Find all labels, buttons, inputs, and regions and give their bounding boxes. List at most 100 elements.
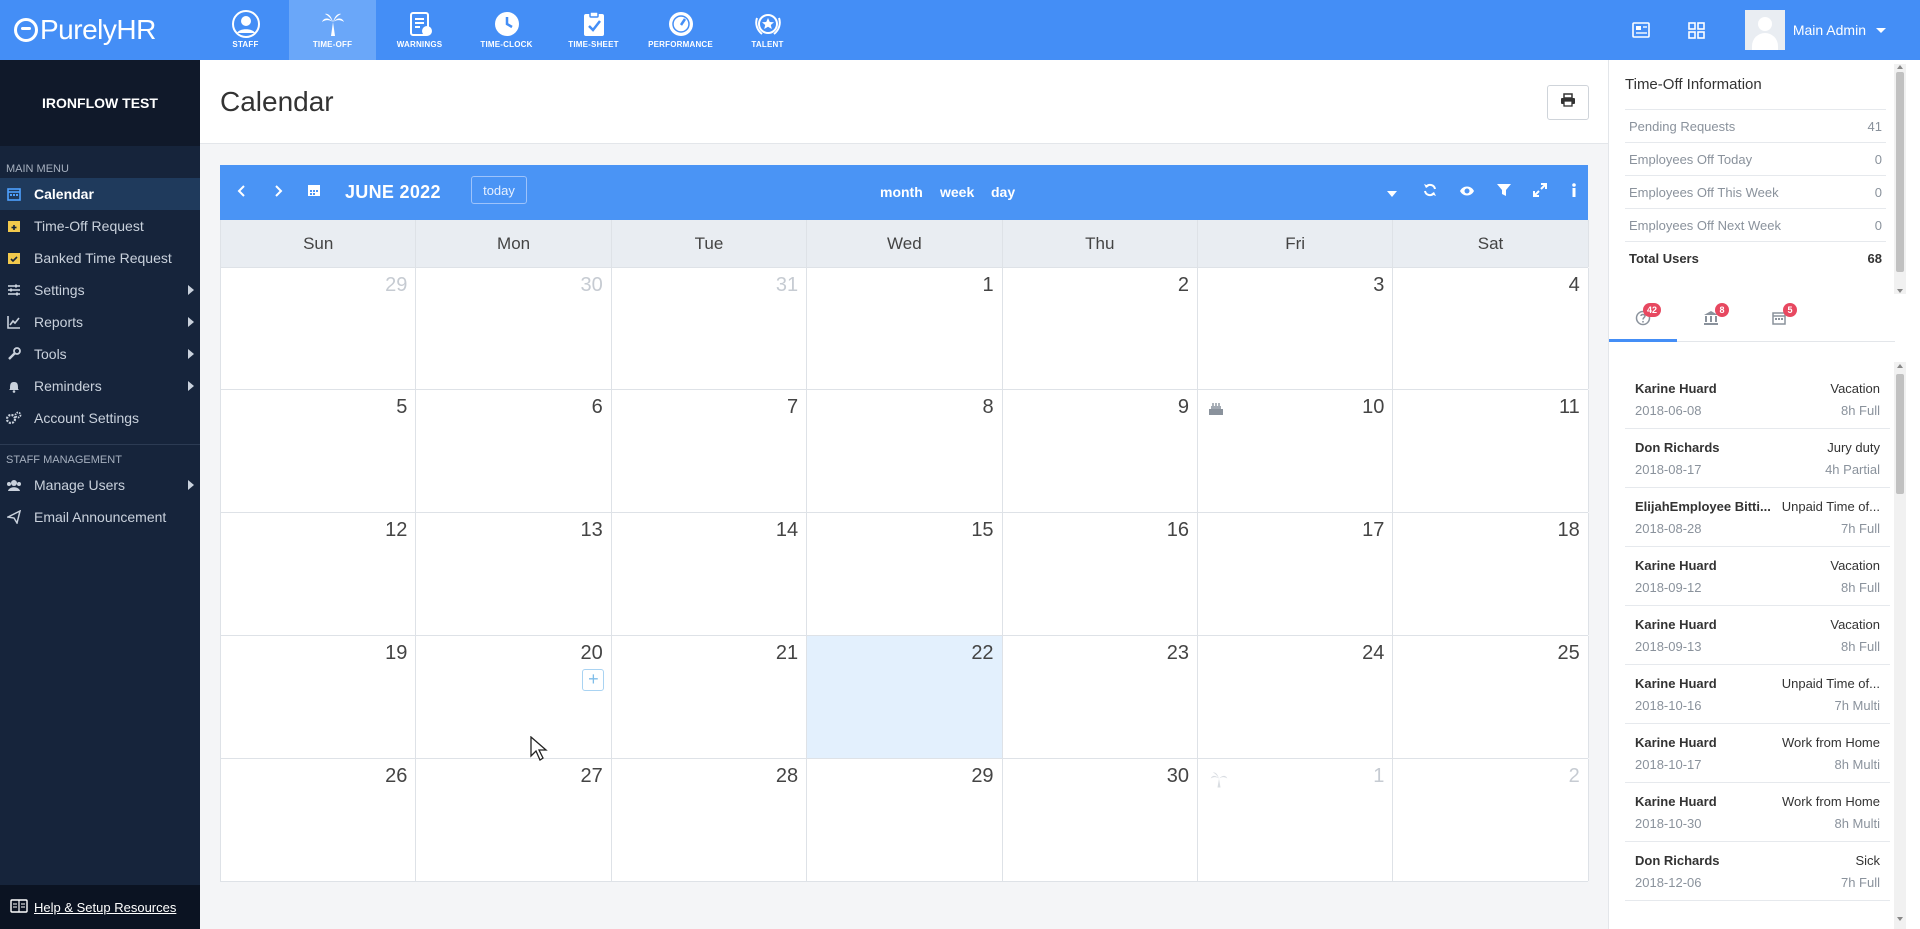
calendar-day[interactable]: 5	[221, 390, 417, 512]
calendar-day[interactable]: 13	[416, 513, 612, 635]
palm-tree-icon	[1208, 771, 1230, 794]
info-button[interactable]	[1562, 165, 1586, 220]
next-month-button[interactable]	[264, 165, 292, 220]
calendar-day[interactable]: 27	[416, 759, 612, 881]
calendar-day[interactable]: 23	[1003, 636, 1198, 758]
info-row-off-next-week[interactable]: Employees Off Next Week 0	[1625, 208, 1886, 241]
calendar-day[interactable]: 20 +	[416, 636, 612, 758]
calendar-day-today[interactable]: 22	[807, 636, 1003, 758]
news-icon[interactable]	[1613, 0, 1669, 60]
request-amount: 4h Partial	[1825, 462, 1880, 477]
module-staff[interactable]: STAFF	[202, 0, 289, 60]
request-item[interactable]: Don Richards 2018-08-17 Jury duty 4h Partia…	[1625, 429, 1890, 488]
print-button[interactable]	[1547, 85, 1589, 120]
visibility-button[interactable]	[1453, 165, 1481, 220]
sidebar-item-account-settings[interactable]: Account Settings	[0, 402, 200, 434]
calendar-day[interactable]: 24	[1198, 636, 1394, 758]
sidebar-item-settings[interactable]: Settings	[0, 274, 200, 306]
sidebar-item-email-announcement[interactable]: Email Announcement	[0, 501, 200, 533]
sidebar-item-manage-users[interactable]: Manage Users	[0, 469, 200, 501]
calendar-day[interactable]: 26	[221, 759, 417, 881]
calendar-day[interactable]: 17	[1198, 513, 1394, 635]
refresh-button[interactable]	[1416, 165, 1444, 220]
scroll-up-arrow-icon[interactable]	[1897, 364, 1903, 368]
user-menu[interactable]: Main Admin	[1725, 0, 1920, 60]
more-dropdown-button[interactable]	[1378, 165, 1406, 220]
scroll-up-arrow-icon[interactable]	[1897, 65, 1903, 69]
request-item[interactable]: Karine Huard 2018-09-13 Vacation 8h Full	[1625, 606, 1890, 665]
module-performance[interactable]: PERFORMANCE	[637, 0, 724, 60]
calendar-day[interactable]: 30	[416, 268, 612, 389]
calendar-day[interactable]: 18	[1393, 513, 1589, 635]
request-item[interactable]: ElijahEmployee Bitti... 2018-08-28 Unpaid …	[1625, 488, 1890, 547]
calendar-day[interactable]: 9	[1003, 390, 1198, 512]
module-talent[interactable]: TALENT	[724, 0, 811, 60]
calendar-day[interactable]: 29	[221, 268, 417, 389]
info-row-off-today[interactable]: Employees Off Today 0	[1625, 142, 1886, 175]
calendar-day[interactable]: 14	[612, 513, 808, 635]
calendar-day[interactable]: 2	[1393, 759, 1589, 881]
sidebar-item-reports[interactable]: Reports	[0, 306, 200, 338]
calendar-day[interactable]: 30	[1003, 759, 1198, 881]
info-row-off-this-week[interactable]: Employees Off This Week 0	[1625, 175, 1886, 208]
today-button[interactable]: today	[471, 176, 527, 204]
calendar-day[interactable]: 3	[1198, 268, 1394, 389]
module-time-clock[interactable]: TIME-CLOCK	[463, 0, 550, 60]
add-event-icon[interactable]: +	[582, 669, 605, 691]
view-month-button[interactable]: month	[880, 165, 923, 220]
calendar-day[interactable]: 31	[612, 268, 808, 389]
calendar-day[interactable]: 1	[807, 268, 1003, 389]
module-warnings[interactable]: WARNINGS	[376, 0, 463, 60]
scrollbar-thumb[interactable]	[1896, 72, 1904, 272]
request-item[interactable]: Karine Huard 2018-10-16 Unpaid Time of... 7…	[1625, 665, 1890, 724]
calendar-day[interactable]: 12	[221, 513, 417, 635]
sidebar-item-time-off-request[interactable]: Time-Off Request	[0, 210, 200, 242]
sidebar-item-reminders[interactable]: Reminders	[0, 370, 200, 402]
prev-month-button[interactable]	[228, 165, 256, 220]
sidebar-item-tools[interactable]: Tools	[0, 338, 200, 370]
view-week-button[interactable]: week	[940, 165, 974, 220]
list-scrollbar[interactable]	[1894, 362, 1906, 929]
calendar-day[interactable]: 4	[1393, 268, 1589, 389]
module-time-sheet[interactable]: TIME-SHEET	[550, 0, 637, 60]
purelyhr-logo[interactable]: PurelyHR	[14, 14, 156, 46]
tab-banked-time[interactable]: 8	[1677, 290, 1745, 342]
request-item[interactable]: Karine Huard 2018-10-17 Work from Home 8h M…	[1625, 724, 1890, 783]
calendar-day[interactable]: 19	[221, 636, 417, 758]
calendar-day[interactable]: 8	[807, 390, 1003, 512]
request-item[interactable]: Karine Huard 2018-09-12 Vacation 8h Full	[1625, 547, 1890, 606]
calendar-day[interactable]: 2	[1003, 268, 1198, 389]
scroll-down-arrow-icon[interactable]	[1897, 289, 1903, 293]
sidebar-item-banked-time-request[interactable]: Banked Time Request	[0, 242, 200, 274]
calendar-day[interactable]: 28	[612, 759, 808, 881]
calendar-day[interactable]: 21	[612, 636, 808, 758]
info-value: 0	[1874, 217, 1882, 233]
info-row-pending-requests[interactable]: Pending Requests 41	[1625, 109, 1886, 142]
expand-button[interactable]	[1526, 165, 1554, 220]
calendar-day[interactable]: 1	[1198, 759, 1394, 881]
calendar-day[interactable]: 15	[807, 513, 1003, 635]
help-setup-resources-link[interactable]: Help & Setup Resources	[0, 885, 200, 929]
calendar-day[interactable]: 6	[416, 390, 612, 512]
request-item[interactable]: Karine Huard 2018-10-30 Work from Home 8h M…	[1625, 783, 1890, 842]
tab-pending-requests[interactable]: 42	[1609, 290, 1677, 342]
calendar-day[interactable]: 16	[1003, 513, 1198, 635]
sidebar-item-calendar[interactable]: Calendar	[0, 178, 200, 210]
request-item[interactable]: Don Richards 2018-12-06 Sick 7h Full	[1625, 842, 1890, 901]
calendar-day[interactable]: 25	[1393, 636, 1589, 758]
scroll-down-arrow-icon[interactable]	[1897, 917, 1903, 921]
calendar-day[interactable]: 11	[1393, 390, 1589, 512]
filter-button[interactable]	[1490, 165, 1518, 220]
request-employee-name: Karine Huard	[1635, 735, 1717, 750]
calendar-day[interactable]: 29	[807, 759, 1003, 881]
view-day-button[interactable]: day	[991, 165, 1015, 220]
date-picker-button[interactable]	[300, 165, 328, 220]
scrollbar-thumb[interactable]	[1896, 374, 1904, 494]
tab-calendar-events[interactable]: 5	[1745, 290, 1813, 342]
calendar-day[interactable]: 10	[1198, 390, 1394, 512]
apps-grid-icon[interactable]	[1669, 0, 1725, 60]
request-item[interactable]: Karine Huard 2018-06-08 Vacation 8h Full	[1625, 370, 1890, 429]
calendar-day[interactable]: 7	[612, 390, 808, 512]
module-time-off[interactable]: TIME-OFF	[289, 0, 376, 60]
info-scrollbar[interactable]	[1894, 64, 1906, 294]
